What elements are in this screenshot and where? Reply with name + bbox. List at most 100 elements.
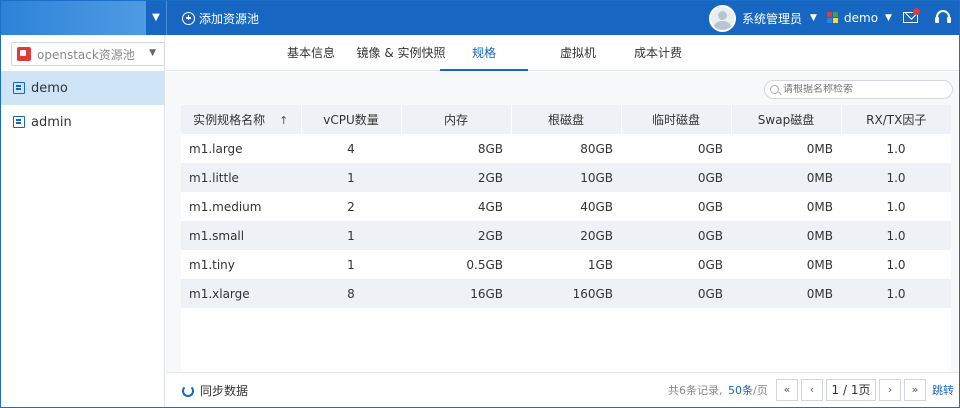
last-page-button[interactable]: » bbox=[904, 379, 926, 401]
table-row[interactable]: m1.medium 2 4GB 40GB 0GB 0MB 1.0 bbox=[181, 192, 951, 221]
table-empty-area bbox=[181, 308, 951, 372]
divider bbox=[166, 1, 167, 35]
column-header-name[interactable]: 实例规格名称 ↑ bbox=[181, 105, 302, 134]
project-grid-icon bbox=[827, 12, 839, 24]
cell-ephemeral-disk: 0GB bbox=[621, 221, 731, 250]
openstack-icon bbox=[17, 47, 31, 61]
sort-arrow-icon[interactable]: ↑ bbox=[279, 114, 288, 127]
top-bar: ▼ 添加资源池 系统管理员 ▼ demo ▼ bbox=[1, 1, 959, 35]
tab-cost[interactable]: 成本计费 bbox=[622, 35, 694, 71]
cell-name: m1.xlarge bbox=[181, 279, 301, 308]
chevron-down-icon[interactable]: ▼ bbox=[149, 1, 163, 35]
column-header-root-disk[interactable]: 根磁盘 bbox=[511, 105, 622, 134]
chevron-down-icon: ▼ bbox=[885, 13, 892, 23]
mail-icon[interactable] bbox=[903, 8, 920, 23]
cell-vcpu: 1 bbox=[301, 221, 401, 250]
page-size-select[interactable]: 50条/页 bbox=[728, 373, 768, 407]
cell-root-disk: 1GB bbox=[511, 250, 621, 279]
cell-name: m1.small bbox=[181, 221, 301, 250]
table-footer: 同步数据 共6条记录, 50条/页 « ‹ 1 / 1页 › » 跳转 bbox=[166, 372, 959, 407]
cell-ephemeral-disk: 0GB bbox=[621, 163, 731, 192]
cell-memory: 2GB bbox=[401, 221, 511, 250]
table-row[interactable]: m1.large 4 8GB 80GB 0GB 0MB 1.0 bbox=[181, 134, 951, 163]
cell-vcpu: 1 bbox=[301, 250, 401, 279]
cell-name: m1.large bbox=[181, 134, 301, 163]
search-input[interactable] bbox=[783, 84, 943, 95]
cell-name: m1.little bbox=[181, 163, 301, 192]
table-row[interactable]: m1.small 1 2GB 20GB 0GB 0MB 1.0 bbox=[181, 221, 951, 250]
notification-dot bbox=[913, 8, 920, 15]
prev-page-button[interactable]: ‹ bbox=[801, 379, 823, 401]
first-page-button[interactable]: « bbox=[776, 379, 798, 401]
cell-rxtx: 1.0 bbox=[841, 279, 951, 308]
page-indicator: 1 / 1页 bbox=[826, 379, 876, 401]
cell-ephemeral-disk: 0GB bbox=[621, 279, 731, 308]
headset-icon[interactable] bbox=[935, 10, 951, 25]
page-size-value: 50条 bbox=[728, 384, 753, 397]
project-menu[interactable]: demo ▼ bbox=[827, 1, 892, 35]
user-name: 系统管理员 bbox=[742, 11, 803, 26]
jump-button[interactable]: 跳转 bbox=[932, 373, 954, 407]
cell-memory: 4GB bbox=[401, 192, 511, 221]
tab-vms[interactable]: 虚拟机 bbox=[538, 35, 618, 71]
cell-rxtx: 1.0 bbox=[841, 192, 951, 221]
table-row[interactable]: m1.little 1 2GB 10GB 0GB 0MB 1.0 bbox=[181, 163, 951, 192]
total-records: 共6条记录, bbox=[668, 384, 723, 397]
next-page-button[interactable]: › bbox=[879, 379, 901, 401]
table-row[interactable]: m1.tiny 1 0.5GB 1GB 0GB 0MB 1.0 bbox=[181, 250, 951, 279]
chevron-down-icon: ▼ bbox=[810, 13, 817, 23]
sync-icon bbox=[182, 384, 194, 397]
cell-memory: 8GB bbox=[401, 134, 511, 163]
tab-basic-info[interactable]: 基本信息 bbox=[276, 35, 346, 71]
table-header-row: 实例规格名称 ↑ vCPU数量 内存 根磁盘 临时磁盘 Swap磁盘 RX/TX因… bbox=[181, 105, 951, 134]
cell-swap: 0MB bbox=[731, 279, 841, 308]
project-icon bbox=[13, 82, 25, 94]
app-window: ▼ 添加资源池 系统管理员 ▼ demo ▼ openstack资源池 ▼ de… bbox=[0, 0, 960, 408]
cell-vcpu: 4 bbox=[301, 134, 401, 163]
cell-name: m1.medium bbox=[181, 192, 301, 221]
cell-rxtx: 1.0 bbox=[841, 250, 951, 279]
column-header-vcpu[interactable]: vCPU数量 bbox=[301, 105, 402, 134]
sync-label: 同步数据 bbox=[200, 384, 249, 398]
sidebar-item-demo[interactable]: demo bbox=[1, 71, 164, 105]
flavor-table: 实例规格名称 ↑ vCPU数量 内存 根磁盘 临时磁盘 Swap磁盘 RX/TX因… bbox=[181, 105, 951, 308]
column-header-rxtx[interactable]: RX/TX因子 bbox=[841, 105, 951, 134]
table-row[interactable]: m1.xlarge 8 16GB 160GB 0GB 0MB 1.0 bbox=[181, 279, 951, 308]
sidebar-item-admin[interactable]: admin bbox=[1, 105, 164, 139]
cell-vcpu: 8 bbox=[301, 279, 401, 308]
flavor-panel: 实例规格名称↑ vCPU数量 内存 根磁盘 临时磁盘 Swap磁盘 RX/TX因… bbox=[166, 72, 959, 372]
cell-swap: 0MB bbox=[731, 192, 841, 221]
logo bbox=[1, 1, 146, 35]
cell-root-disk: 10GB bbox=[511, 163, 621, 192]
sync-data-button[interactable]: 同步数据 bbox=[182, 373, 249, 407]
tab-images-snapshots[interactable]: 镜像 & 实例快照 bbox=[351, 35, 451, 71]
cell-root-disk: 80GB bbox=[511, 134, 621, 163]
cell-swap: 0MB bbox=[731, 250, 841, 279]
cell-swap: 0MB bbox=[731, 221, 841, 250]
cell-ephemeral-disk: 0GB bbox=[621, 250, 731, 279]
column-header-swap[interactable]: Swap磁盘 bbox=[731, 105, 842, 134]
page-size-unit: /页 bbox=[753, 384, 768, 397]
tab-flavors[interactable]: 规格 bbox=[440, 35, 528, 71]
cell-memory: 16GB bbox=[401, 279, 511, 308]
cell-vcpu: 2 bbox=[301, 192, 401, 221]
user-menu[interactable]: 系统管理员 ▼ bbox=[709, 1, 817, 35]
column-header-ephemeral-disk[interactable]: 临时磁盘 bbox=[621, 105, 732, 134]
sidebar-item-label: admin bbox=[31, 114, 72, 130]
cell-swap: 0MB bbox=[731, 134, 841, 163]
project-name: demo bbox=[844, 11, 879, 25]
search-box[interactable] bbox=[764, 80, 953, 99]
avatar bbox=[709, 4, 736, 32]
cell-root-disk: 20GB bbox=[511, 221, 621, 250]
cell-root-disk: 160GB bbox=[511, 279, 621, 308]
column-header-memory[interactable]: 内存 bbox=[401, 105, 512, 134]
add-pool-button[interactable]: 添加资源池 bbox=[182, 1, 259, 35]
sidebar-item-label: demo bbox=[31, 80, 68, 96]
pool-select[interactable]: openstack资源池 ▼ bbox=[11, 42, 165, 66]
search-icon bbox=[770, 85, 779, 94]
chevron-down-icon: ▼ bbox=[149, 48, 156, 58]
cell-memory: 0.5GB bbox=[401, 250, 511, 279]
cell-memory: 2GB bbox=[401, 163, 511, 192]
plus-circle-icon bbox=[182, 11, 195, 25]
cell-swap: 0MB bbox=[731, 163, 841, 192]
